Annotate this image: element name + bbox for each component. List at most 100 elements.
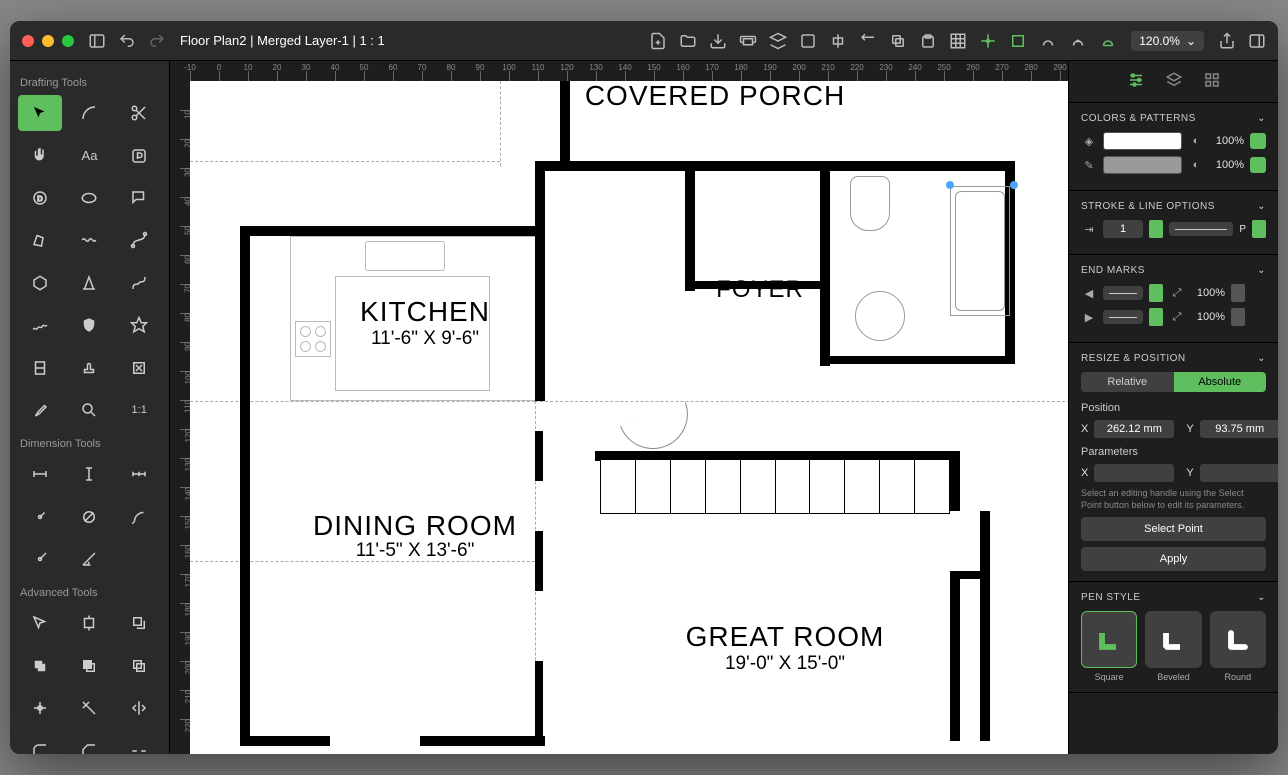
- minimize-window-button[interactable]: [42, 35, 54, 47]
- settings-tab[interactable]: [1127, 71, 1145, 92]
- wave-tool[interactable]: [68, 222, 112, 258]
- direct-select-tool[interactable]: [18, 605, 62, 641]
- stroke-width-stepper[interactable]: [1149, 220, 1163, 238]
- chevron-down-icon[interactable]: ⌄: [1257, 592, 1266, 603]
- scissors-tool[interactable]: [117, 95, 161, 131]
- break-tool[interactable]: [117, 732, 161, 754]
- layers-tab[interactable]: [1165, 71, 1183, 92]
- line-style-stepper[interactable]: [1252, 220, 1266, 238]
- polygon-tool[interactable]: [18, 222, 62, 258]
- hexagon-tool[interactable]: [18, 265, 62, 301]
- bezier-tool[interactable]: [117, 222, 161, 258]
- union-tool[interactable]: [18, 648, 62, 684]
- folder-icon[interactable]: [679, 32, 697, 50]
- position-x-input[interactable]: [1094, 420, 1174, 438]
- guides-icon[interactable]: [1009, 32, 1027, 50]
- new-file-icon[interactable]: [649, 32, 667, 50]
- callout-tool[interactable]: [117, 180, 161, 216]
- move-tool[interactable]: [68, 605, 112, 641]
- share-icon[interactable]: [1218, 32, 1236, 50]
- start-mark-stepper[interactable]: [1149, 284, 1163, 302]
- hand-tool[interactable]: [18, 137, 62, 173]
- linear-dim-tool[interactable]: [18, 456, 62, 492]
- arc-tool[interactable]: [68, 95, 112, 131]
- align-icon[interactable]: [829, 32, 847, 50]
- eyedropper-tool[interactable]: [18, 392, 62, 428]
- fillet-tool[interactable]: [18, 732, 62, 754]
- pen-square-option[interactable]: Square: [1081, 611, 1137, 681]
- mirror-tool[interactable]: [117, 690, 161, 726]
- radial-dim-tool[interactable]: [18, 499, 62, 535]
- drawing-canvas[interactable]: COVERED PORCH KITCHEN 11'-6" X 9'-6" FOY…: [190, 81, 1068, 754]
- copy-icon[interactable]: [889, 32, 907, 50]
- pen-beveled-option[interactable]: Beveled: [1145, 611, 1201, 681]
- stroke-width-input[interactable]: [1103, 220, 1143, 238]
- offset-tool[interactable]: [117, 605, 161, 641]
- chevron-down-icon[interactable]: ⌄: [1257, 353, 1266, 364]
- point-dim-tool[interactable]: [18, 541, 62, 577]
- end-mark-preview[interactable]: [1103, 310, 1143, 324]
- snap-grid-icon[interactable]: [1099, 32, 1117, 50]
- apply-button[interactable]: Apply: [1081, 547, 1266, 571]
- relative-tab[interactable]: Relative: [1081, 372, 1174, 392]
- grid-icon[interactable]: [949, 32, 967, 50]
- end-mark-stepper[interactable]: [1149, 308, 1163, 326]
- param-y-input[interactable]: [1200, 464, 1278, 482]
- right-panel-toggle-icon[interactable]: [1248, 32, 1266, 50]
- chevron-down-icon[interactable]: ⌄: [1257, 113, 1266, 124]
- intersect-tool[interactable]: [117, 648, 161, 684]
- delete-tool[interactable]: [117, 349, 161, 385]
- start-pct-stepper[interactable]: [1231, 284, 1245, 302]
- snap-object-icon[interactable]: [1039, 32, 1057, 50]
- chamfer-tool[interactable]: [68, 732, 112, 754]
- undo-icon[interactable]: [118, 32, 136, 50]
- door-tool[interactable]: [18, 349, 62, 385]
- pen-round-option[interactable]: Round: [1210, 611, 1266, 681]
- print-icon[interactable]: [739, 32, 757, 50]
- extend-tool[interactable]: [68, 690, 112, 726]
- path-tool[interactable]: [68, 265, 112, 301]
- zoom-tool[interactable]: [68, 392, 112, 428]
- maximize-window-button[interactable]: [62, 35, 74, 47]
- scale-tool[interactable]: 1:1: [117, 392, 161, 428]
- parking-tool[interactable]: [117, 137, 161, 173]
- stroke-swatch[interactable]: [1103, 156, 1182, 174]
- chevron-down-icon[interactable]: ⌄: [1257, 265, 1266, 276]
- select-tool[interactable]: [18, 95, 62, 131]
- ellipse-tool[interactable]: [68, 180, 112, 216]
- select-point-button[interactable]: Select Point: [1081, 517, 1266, 541]
- end-pct-stepper[interactable]: [1231, 308, 1245, 326]
- snap-point-icon[interactable]: [1069, 32, 1087, 50]
- text-tool[interactable]: Aa: [68, 137, 112, 173]
- chain-dim-tool[interactable]: [117, 456, 161, 492]
- star-tool[interactable]: [117, 307, 161, 343]
- angle-dim-tool[interactable]: [68, 541, 112, 577]
- shield-tool[interactable]: [68, 307, 112, 343]
- stroke-stepper[interactable]: [1250, 157, 1266, 173]
- paste-icon[interactable]: [919, 32, 937, 50]
- save-icon[interactable]: [709, 32, 727, 50]
- freehand-tool[interactable]: [18, 307, 62, 343]
- position-y-input[interactable]: [1200, 420, 1278, 438]
- chevron-down-icon[interactable]: ⌄: [1257, 201, 1266, 212]
- sidebar-toggle-icon[interactable]: [88, 32, 106, 50]
- param-x-input[interactable]: [1094, 464, 1174, 482]
- subtract-tool[interactable]: [68, 648, 112, 684]
- start-mark-preview[interactable]: [1103, 286, 1143, 300]
- grid-tab[interactable]: [1203, 71, 1221, 92]
- height-dim-tool[interactable]: [68, 456, 112, 492]
- arc-dim-tool[interactable]: [117, 499, 161, 535]
- trim-tool[interactable]: [18, 690, 62, 726]
- fill-stepper[interactable]: [1250, 133, 1266, 149]
- stamp-tool[interactable]: [68, 349, 112, 385]
- diameter-dim-tool[interactable]: [68, 499, 112, 535]
- flip-icon[interactable]: [859, 32, 877, 50]
- layers-icon[interactable]: [769, 32, 787, 50]
- spline-tool[interactable]: [117, 265, 161, 301]
- zoom-level[interactable]: 120.0% ⌄: [1131, 31, 1204, 51]
- fill-swatch[interactable]: [1103, 132, 1182, 150]
- close-window-button[interactable]: [22, 35, 34, 47]
- snap-icon[interactable]: [979, 32, 997, 50]
- absolute-tab[interactable]: Absolute: [1174, 372, 1267, 392]
- group-icon[interactable]: [799, 32, 817, 50]
